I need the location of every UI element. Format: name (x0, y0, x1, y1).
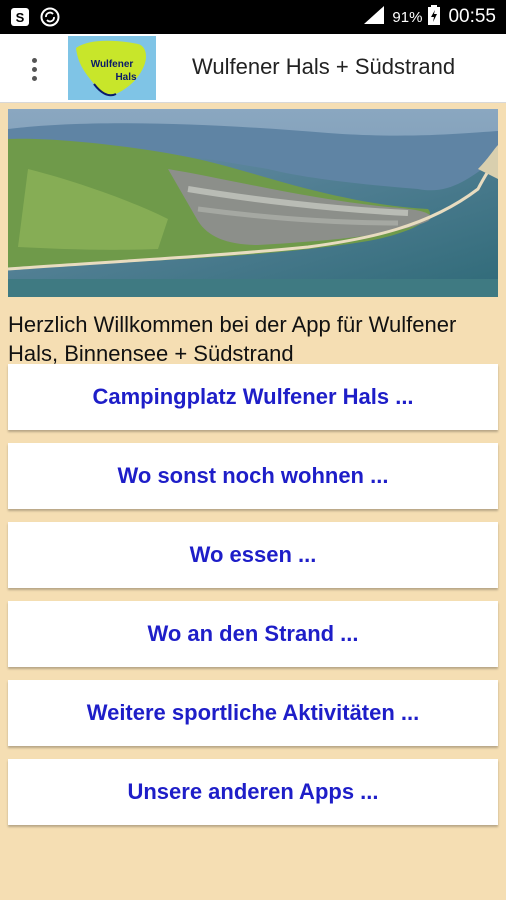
button-label: Wo sonst noch wohnen ... (117, 463, 389, 488)
svg-text:Hals: Hals (115, 72, 137, 83)
button-label: Weitere sportliche Aktivitäten ... (86, 700, 420, 725)
app-bar: Wulfener Hals Wulfener Hals + Südstrand (0, 34, 506, 103)
camping-button[interactable]: Campingplatz Wulfener Hals ... (8, 364, 498, 430)
battery-charging-icon (428, 4, 441, 30)
restaurants-button[interactable]: Wo essen ... (8, 522, 498, 588)
button-label: Wo an den Strand ... (147, 621, 359, 646)
welcome-text: Herzlich Willkommen bei der App für Wulf… (8, 312, 457, 366)
aerial-photo (8, 109, 498, 297)
button-label: Wo essen ... (189, 542, 317, 567)
beach-button[interactable]: Wo an den Strand ... (8, 601, 498, 667)
svg-text:S: S (16, 10, 25, 25)
clock: 00:55 (448, 6, 496, 27)
notification-s-icon: S (10, 7, 30, 27)
status-bar: S 91% 00:55 (0, 0, 506, 34)
button-label: Campingplatz Wulfener Hals ... (92, 384, 414, 409)
sync-icon (40, 7, 60, 27)
other-apps-button[interactable]: Unsere anderen Apps ... (8, 759, 498, 825)
svg-text:Wulfener: Wulfener (91, 59, 134, 70)
app-title: Wulfener Hals + Südstrand (192, 54, 456, 79)
signal-icon (364, 5, 386, 29)
status-left-icons: S (10, 7, 60, 27)
overflow-menu-icon[interactable] (22, 54, 46, 84)
sports-button[interactable]: Weitere sportliche Aktivitäten ... (8, 680, 498, 746)
button-label: Unsere anderen Apps ... (127, 779, 379, 804)
status-right: 91% 00:55 (364, 0, 496, 34)
accommodation-button[interactable]: Wo sonst noch wohnen ... (8, 443, 498, 509)
app-logo: Wulfener Hals (68, 36, 156, 100)
battery-percent: 91% (392, 8, 423, 26)
